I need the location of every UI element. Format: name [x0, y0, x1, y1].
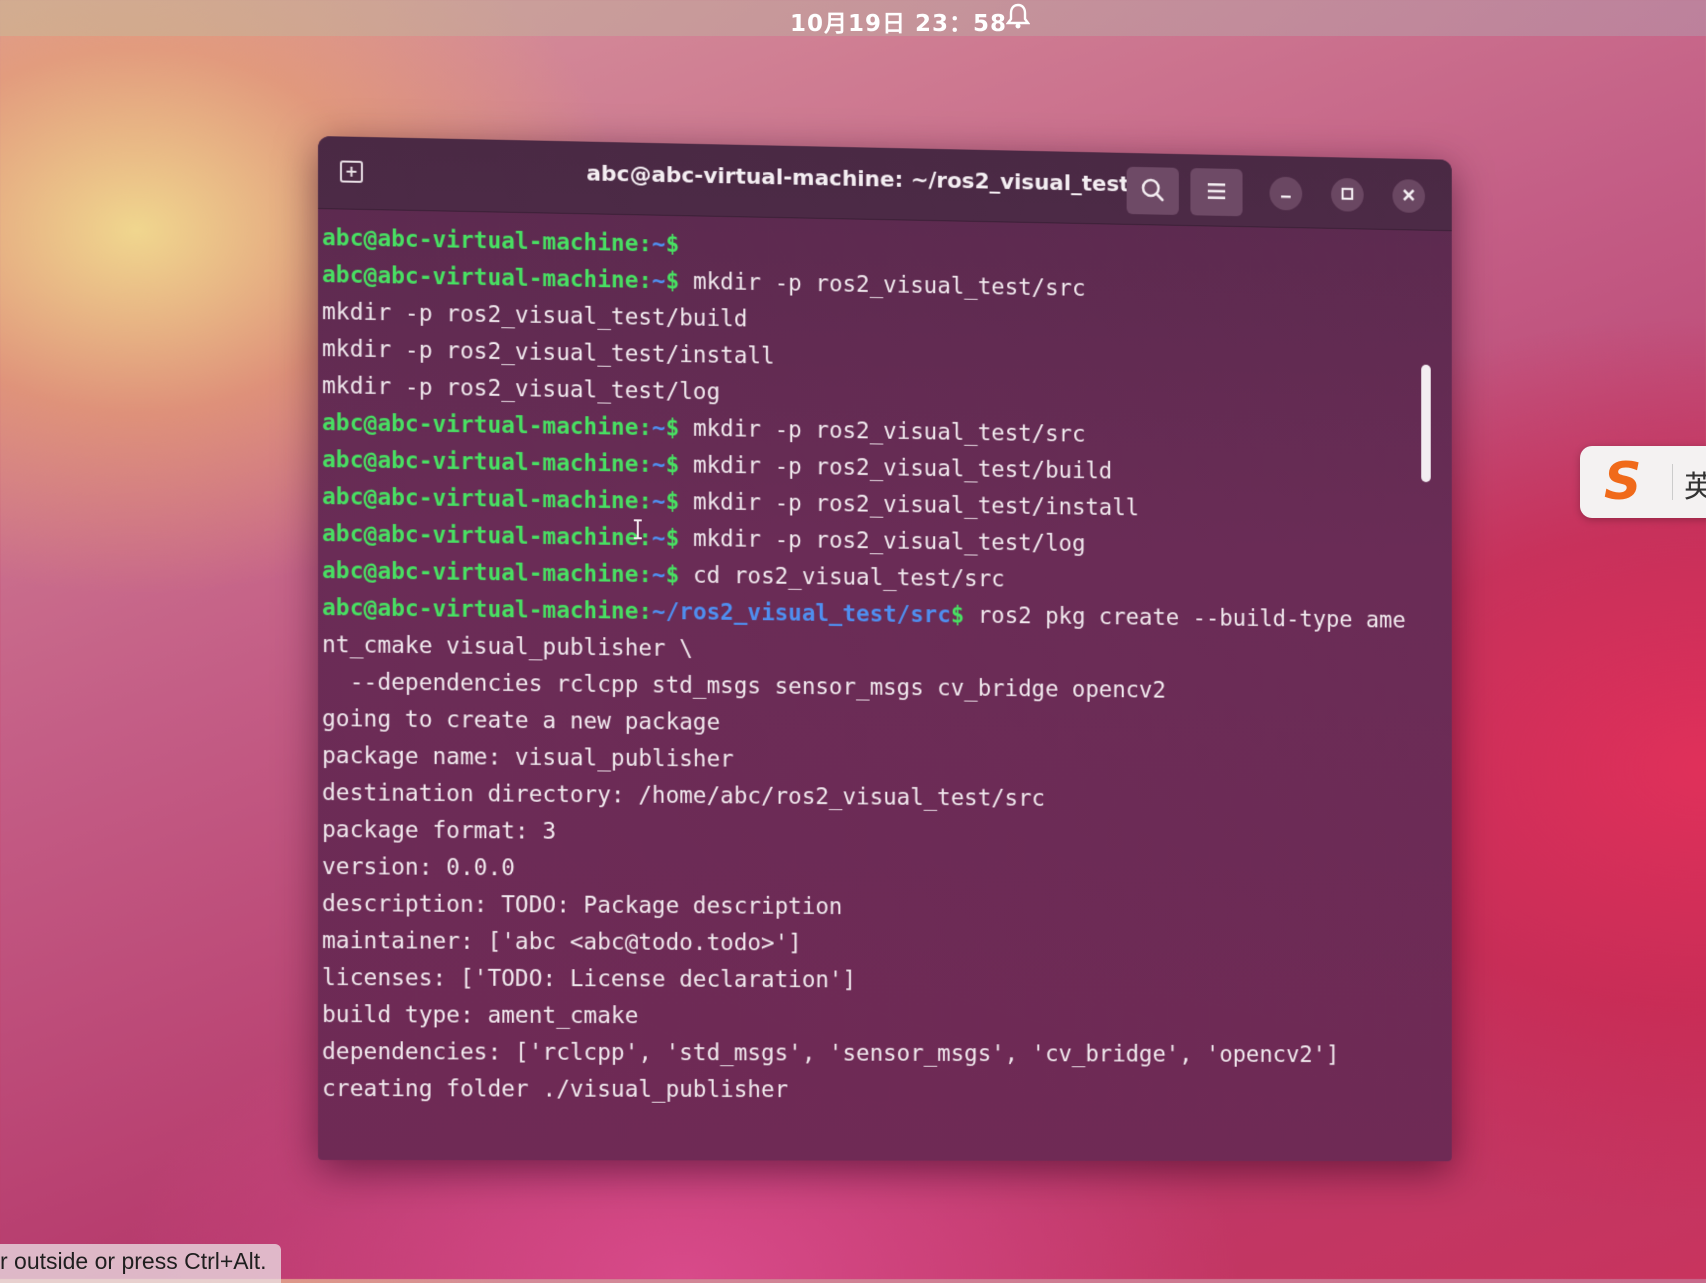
output-text: version: 0.0.0: [322, 854, 515, 881]
command-text: mkdir -p ros2_visual_test/log: [679, 526, 1085, 557]
prompt-dollar: $: [666, 415, 680, 441]
search-button[interactable]: [1127, 167, 1179, 215]
command-text: mkdir -p ros2_visual_test/src: [679, 416, 1085, 448]
terminal-line: description: TODO: Package description: [322, 886, 1452, 929]
hamburger-menu-icon: [1206, 181, 1227, 204]
output-text: going to create a new package: [322, 706, 720, 736]
new-tab-button[interactable]: [336, 156, 368, 189]
prompt-user: abc@abc-virtual-machine: [322, 262, 638, 294]
maximize-button[interactable]: [1331, 178, 1364, 212]
close-button[interactable]: [1392, 179, 1425, 213]
output-text: description: TODO: Package description: [322, 891, 842, 920]
output-text: build type: ament_cmake: [322, 1002, 638, 1029]
prompt-path: ~/ros2_visual_test/src: [652, 599, 951, 628]
prompt-dollar: $: [666, 232, 680, 258]
prompt-dollar: $: [951, 603, 965, 629]
text-cursor-icon: [632, 518, 644, 540]
top-bar: 10月19日 23：58: [0, 0, 1706, 36]
prompt-dollar: $: [666, 452, 680, 478]
prompt-separator: :: [638, 562, 652, 588]
search-icon: [1140, 176, 1165, 205]
prompt-user: abc@abc-virtual-machine: [322, 558, 638, 588]
prompt-separator: :: [638, 489, 652, 515]
minimize-button[interactable]: [1270, 177, 1303, 211]
prompt-path: ~: [652, 231, 666, 257]
prompt-user: abc@abc-virtual-machine: [322, 447, 638, 478]
prompt-path: ~: [652, 415, 666, 441]
prompt-dollar: $: [666, 562, 680, 588]
new-tab-icon: [337, 174, 367, 190]
terminal-output[interactable]: abc@abc-virtual-machine:~$abc@abc-virtua…: [318, 208, 1452, 1161]
terminal-scrollbar[interactable]: [1421, 365, 1431, 483]
prompt-user: abc@abc-virtual-machine: [322, 484, 638, 514]
output-text: mkdir -p ros2_visual_test/build: [322, 299, 747, 332]
output-text: licenses: ['TODO: License declaration']: [322, 965, 856, 993]
window-title: abc@abc-virtual-machine: ~/ros2_visual_t…: [586, 162, 1095, 197]
prompt-separator: :: [638, 452, 652, 478]
input-method-indicator[interactable]: S 英: [1580, 446, 1706, 518]
terminal-line: creating folder ./visual_publisher: [322, 1071, 1452, 1110]
vm-release-hint: r outside or press Ctrl+Alt.: [0, 1244, 281, 1283]
prompt-user: abc@abc-virtual-machine: [322, 521, 638, 551]
prompt-path: ~: [652, 452, 666, 478]
output-text: package format: 3: [322, 817, 556, 845]
terminal-window: abc@abc-virtual-machine: ~/ros2_visual_t…: [318, 136, 1452, 1161]
output-text: nt_cmake visual_publisher \: [322, 632, 693, 662]
terminal-line: licenses: ['TODO: License declaration']: [322, 960, 1452, 1002]
prompt-path: ~: [652, 562, 666, 588]
output-text: destination directory: /home/abc/ros2_vi…: [322, 780, 1045, 812]
sogou-logo: S: [1604, 452, 1641, 512]
prompt-dollar: $: [666, 526, 680, 552]
prompt-separator: :: [638, 231, 652, 257]
minimize-icon: [1278, 184, 1293, 203]
menu-button[interactable]: [1190, 168, 1242, 216]
command-text: mkdir -p ros2_visual_test/src: [679, 269, 1085, 302]
ime-divider: [1672, 464, 1673, 500]
prompt-path: ~: [652, 489, 666, 515]
bell-icon[interactable]: [1006, 2, 1030, 30]
close-icon: [1401, 187, 1416, 206]
prompt-dollar: $: [666, 268, 680, 294]
terminal-line: maintainer: ['abc <abc@todo.todo>']: [322, 923, 1452, 966]
ime-mode-label[interactable]: 英: [1684, 462, 1706, 506]
prompt-separator: :: [638, 268, 652, 294]
prompt-separator: :: [638, 415, 652, 441]
clock[interactable]: 10月19日 23：58: [790, 4, 1007, 38]
command-text: mkdir -p ros2_visual_test/install: [679, 489, 1139, 521]
prompt-separator: :: [638, 599, 652, 625]
command-text: ros2 pkg create --build-type ame: [964, 603, 1405, 634]
output-text: --dependencies rclcpp std_msgs sensor_ms…: [322, 669, 1166, 704]
terminal-line: build type: ament_cmake: [322, 997, 1452, 1038]
prompt-path: ~: [652, 526, 666, 552]
output-text: dependencies: ['rclcpp', 'std_msgs', 'se…: [322, 1039, 1339, 1068]
prompt-user: abc@abc-virtual-machine: [322, 410, 638, 441]
prompt-user: abc@abc-virtual-machine: [322, 225, 638, 257]
command-text: cd ros2_visual_test/src: [679, 563, 1004, 593]
terminal-line: dependencies: ['rclcpp', 'std_msgs', 'se…: [322, 1034, 1452, 1074]
prompt-dollar: $: [666, 489, 680, 515]
prompt-user: abc@abc-virtual-machine: [322, 595, 638, 625]
maximize-icon: [1340, 185, 1355, 204]
output-text: mkdir -p ros2_visual_test/install: [322, 336, 775, 370]
output-text: maintainer: ['abc <abc@todo.todo>']: [322, 928, 802, 956]
output-text: package name: visual_publisher: [322, 743, 734, 773]
command-text: mkdir -p ros2_visual_test/build: [679, 452, 1112, 484]
output-text: mkdir -p ros2_visual_test/log: [322, 373, 720, 405]
output-text: creating folder ./visual_publisher: [322, 1076, 788, 1103]
prompt-path: ~: [652, 268, 666, 294]
